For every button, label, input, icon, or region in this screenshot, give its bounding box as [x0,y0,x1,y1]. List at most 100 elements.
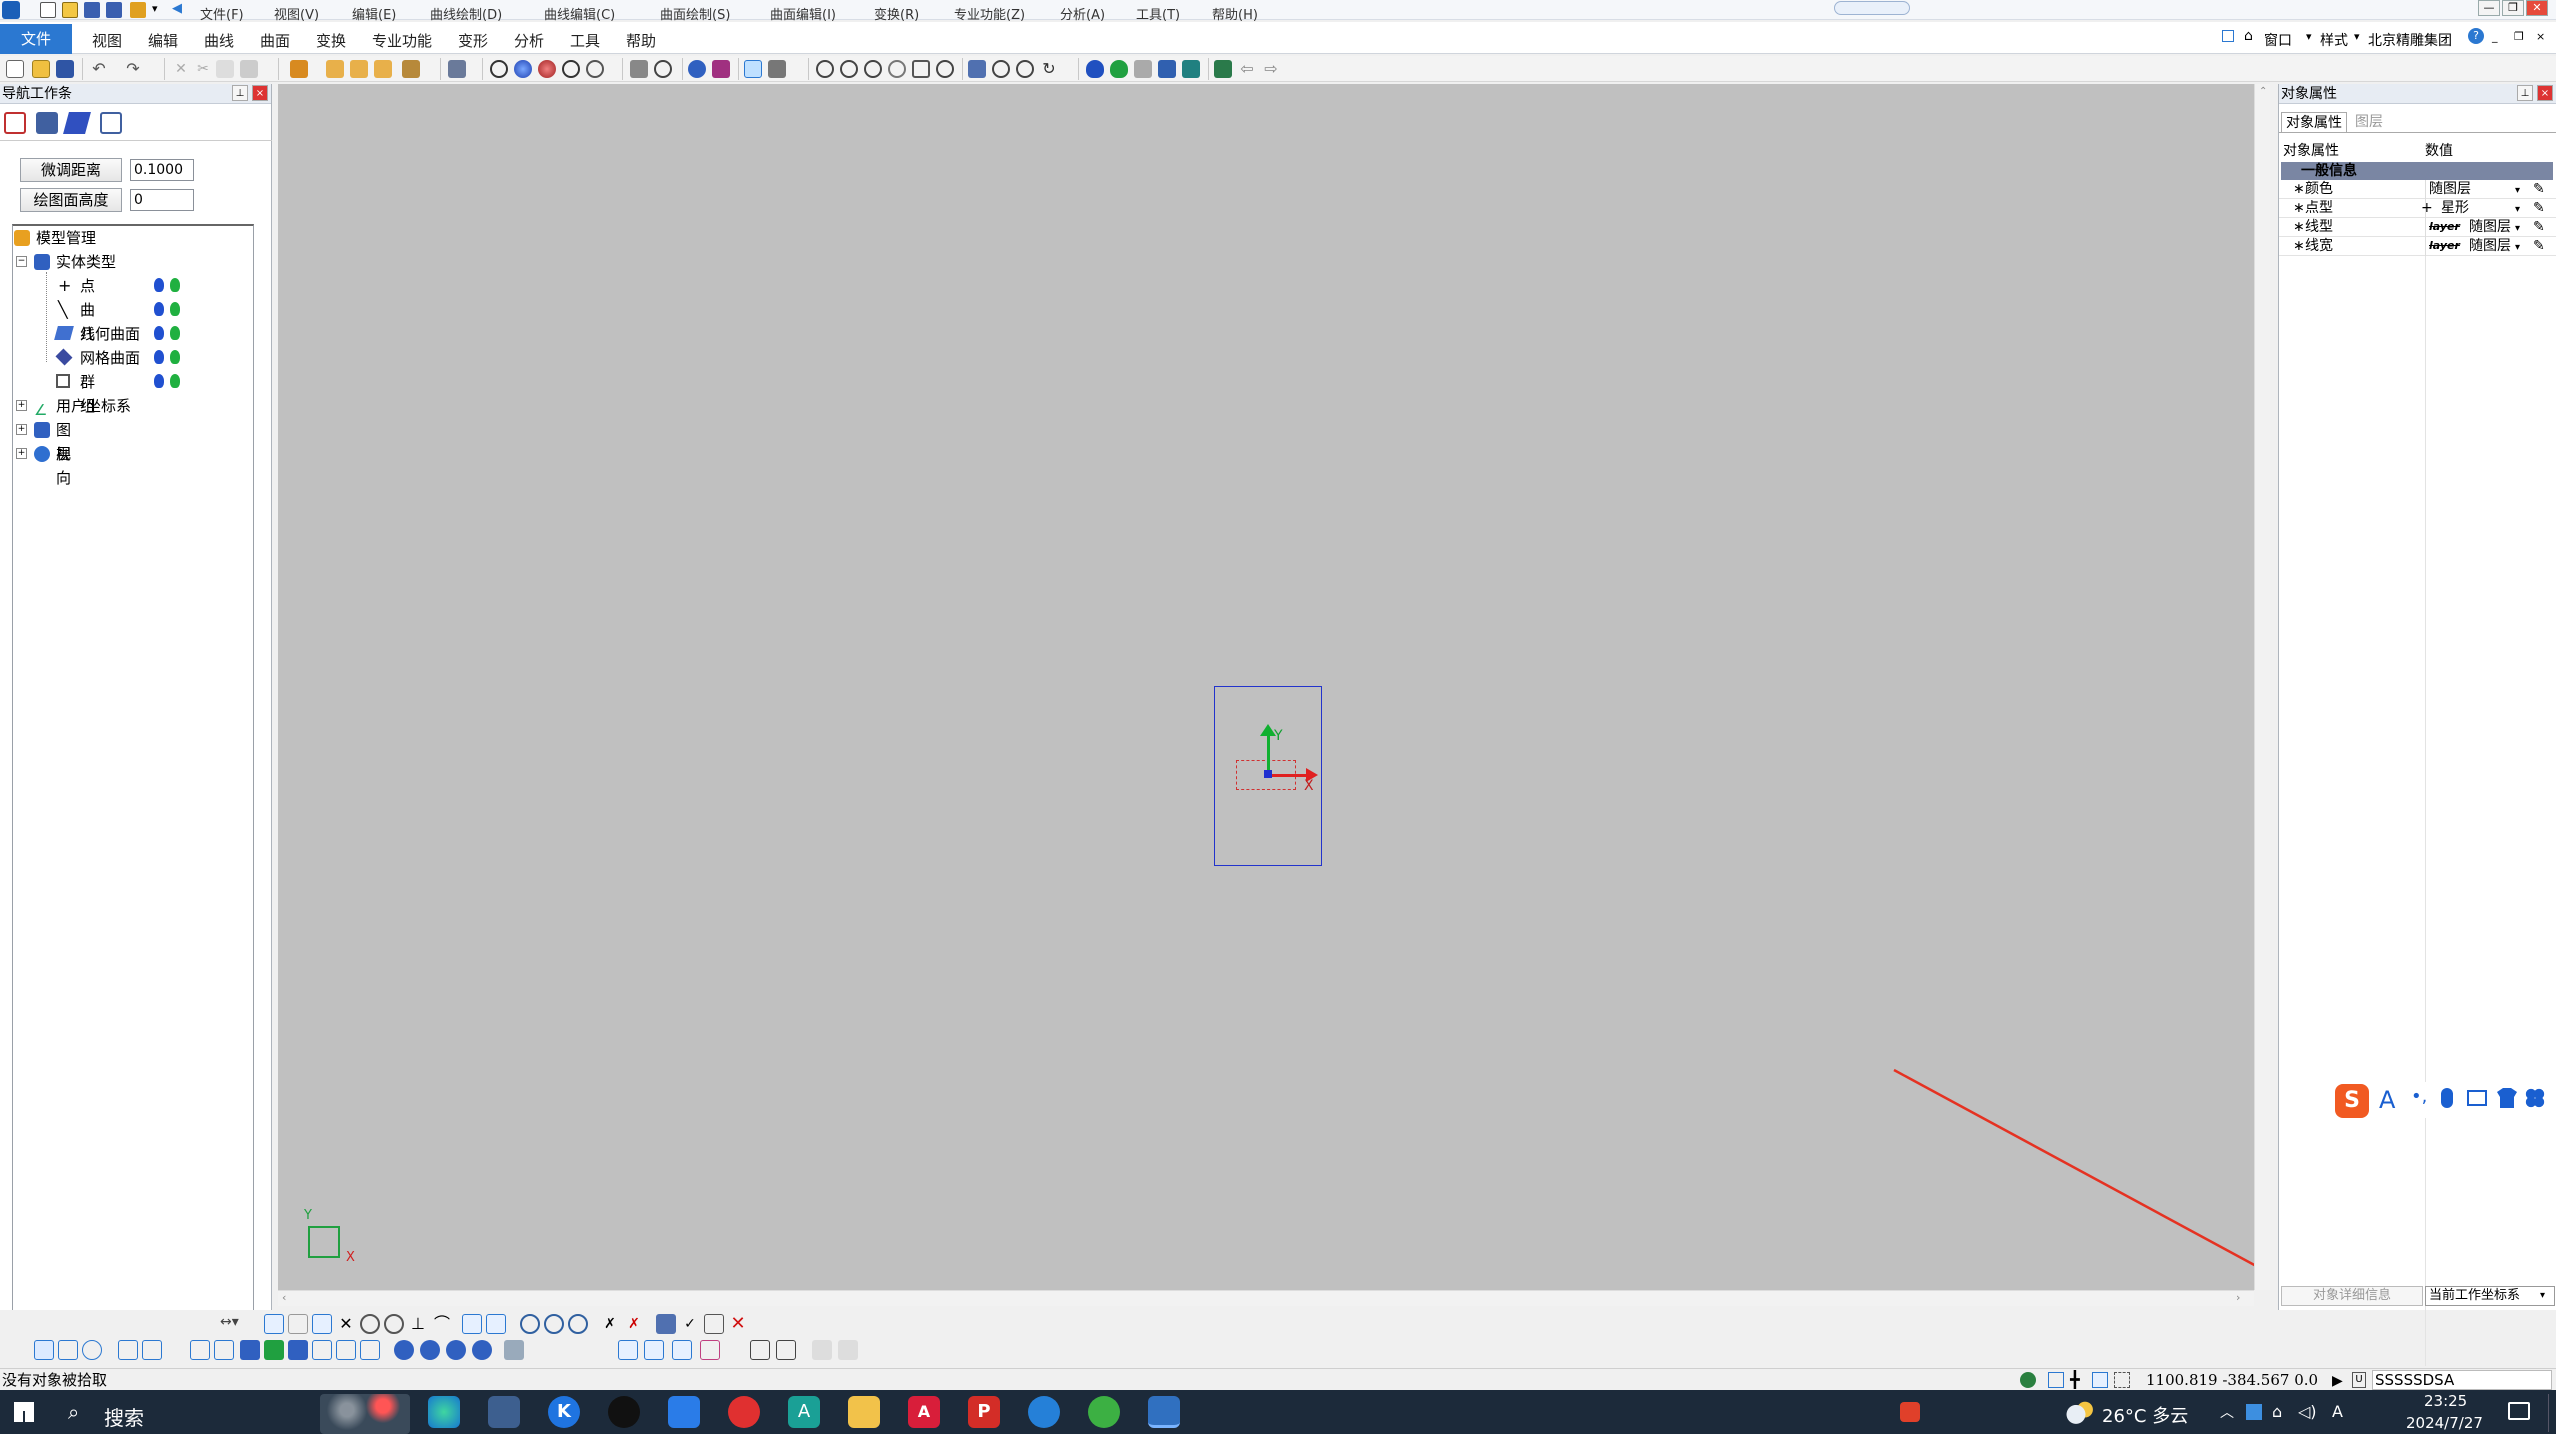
menu-analysis[interactable]: 分析(A) [1060,4,1105,23]
sel-filter6-icon[interactable] [312,1340,332,1360]
sel-filter2-icon[interactable] [214,1340,234,1360]
ime-keyboard-icon[interactable] [2467,1090,2487,1106]
view-box2-icon[interactable] [350,60,368,78]
expand-icon[interactable]: + [16,448,27,459]
sel-filter4-icon[interactable] [264,1340,284,1360]
select-filter-icon[interactable] [744,60,762,78]
prop-row-color[interactable]: ∗ 颜色 随图层 ▾ ✎ [2279,180,2556,199]
window-dropdown-icon[interactable]: ▾ [2306,30,2312,43]
current-ucs-select[interactable]: 当前工作坐标系 ▾ [2425,1286,2555,1306]
ime-toolbox-icon[interactable] [2525,1088,2545,1108]
tray-shield-icon[interactable] [2246,1404,2262,1420]
dropdown-icon[interactable]: ▾ [2515,182,2520,200]
new-icon[interactable] [6,60,24,78]
clock-time[interactable]: 23:25 [2424,1392,2467,1410]
snap-clear-icon[interactable]: ✕ [728,1314,748,1334]
tab-analysis[interactable]: 分析 [514,30,544,51]
snap-cross-icon[interactable]: ✕ [336,1314,356,1334]
menu-transform[interactable]: 变换(R) [874,4,919,23]
sub-restore-icon[interactable]: ❐ [2514,30,2524,43]
snap-check-icon[interactable]: ✓ [680,1314,700,1334]
snap-surface1-icon[interactable] [520,1314,540,1334]
snap-polar-icon[interactable] [486,1314,506,1334]
layer-list-icon[interactable] [768,60,786,78]
spin-icon[interactable]: ↻ [1040,60,1058,78]
sogou-ime-icon[interactable]: S [2335,1084,2369,1118]
eyedropper-icon[interactable]: ✎ [2533,237,2545,255]
fine-adjust-input[interactable]: 0.1000 [130,159,194,181]
autocad-icon[interactable]: A [908,1396,940,1428]
menu-curve-draw[interactable]: 曲线绘制(D) [430,4,502,23]
dropdown-icon[interactable]: ▾ [2515,220,2520,238]
panel-close-icon[interactable]: × [252,85,268,101]
undo-icon[interactable]: ↶ [90,60,108,78]
select-curve-icon[interactable] [118,1340,138,1360]
visible-bulb-icon[interactable] [154,302,164,316]
kugou-icon[interactable]: K [548,1396,580,1428]
save-icon[interactable] [84,2,100,18]
axis-icon[interactable] [448,60,466,78]
render-icon[interactable] [712,60,730,78]
ime-mode-label[interactable]: A [2379,1086,2395,1114]
select-bulb-icon[interactable] [170,350,180,364]
tray-network-icon[interactable]: ⌂ [2272,1402,2282,1421]
qq-icon[interactable] [608,1396,640,1428]
zoom-out-icon[interactable] [840,60,858,78]
file-explorer-icon[interactable] [848,1396,880,1428]
snap-perp-icon[interactable]: ⊥ [408,1314,428,1334]
tab-curve[interactable]: 曲线 [204,30,234,51]
feishu-icon[interactable] [668,1396,700,1428]
expand-icon[interactable]: + [16,424,27,435]
view-op4-icon[interactable] [700,1340,720,1360]
select-pointer-icon[interactable] [34,1340,54,1360]
scroll-up-icon[interactable]: ⌃ [2259,86,2267,97]
scroll-left-icon[interactable]: ‹ [282,1291,286,1304]
plane-height-input[interactable]: 0 [130,189,194,211]
minimize-button[interactable]: — [2478,0,2500,16]
zoom-prev-icon[interactable] [888,60,906,78]
menu-edit[interactable]: 编辑(E) [352,4,396,23]
nav-forward-icon[interactable]: ⇨ [1262,60,1280,78]
zoom-window-icon[interactable] [864,60,882,78]
360-browser-icon[interactable] [1088,1396,1120,1428]
prop-row-line-width[interactable]: ∗ 线宽 layer 随图层 ▾ ✎ [2279,237,2556,256]
command-input[interactable]: SSSSSDSA [2372,1370,2552,1390]
search-icon[interactable]: ⌕ [68,1400,79,1424]
dropdown-icon[interactable]: ▾ [2515,239,2520,257]
sel-filter5-icon[interactable] [288,1340,308,1360]
help-icon[interactable]: ? [2468,28,2484,44]
plane-height-label[interactable]: 绘图面高度 [20,188,122,212]
box-display-icon[interactable] [630,60,648,78]
fine-adjust-label[interactable]: 微调距离 [20,158,122,182]
tab-deform[interactable]: 变形 [458,30,488,51]
redo-icon[interactable]: ↷ [124,60,142,78]
nav-print-icon[interactable] [100,112,122,134]
snap-tool1-icon[interactable] [656,1314,676,1334]
status-ortho-icon[interactable] [2048,1372,2064,1388]
light-grey-icon[interactable] [1134,60,1152,78]
link-icon[interactable] [1214,60,1232,78]
sel-filter8-icon[interactable] [360,1340,380,1360]
status-snap-icon[interactable] [2092,1372,2108,1388]
sub-close-icon[interactable]: × [2536,30,2545,43]
nav-pencil-icon[interactable] [36,112,58,134]
sel-filter1-icon[interactable] [190,1340,210,1360]
prop-row-line-type[interactable]: ∗ 线型 layer 随图层 ▾ ✎ [2279,218,2556,237]
pin-icon[interactable]: ⊥ [232,85,248,101]
zoom-in-icon[interactable] [816,60,834,78]
hidden-sphere-icon[interactable] [562,60,580,78]
snap-list-icon[interactable] [704,1314,724,1334]
tab-surface[interactable]: 曲面 [260,30,290,51]
snap-arrow-icon[interactable]: ↔▾ [220,1314,260,1334]
view-op3-icon[interactable] [672,1340,692,1360]
close-button[interactable]: ✕ [2526,0,2548,16]
snap-grid-icon[interactable] [462,1314,482,1334]
window-menu-icon[interactable] [2222,30,2234,42]
tab-view[interactable]: 视图 [92,30,122,51]
style-home-icon[interactable]: ⌂ [2244,28,2253,44]
menu-file[interactable]: 文件(F) [200,4,244,23]
pan-hand-icon[interactable] [968,60,986,78]
tray-volume-icon[interactable]: ◁) [2298,1402,2317,1421]
nav-model-icon[interactable] [4,112,26,134]
nav-back-icon[interactable]: ⇦ [1238,60,1256,78]
